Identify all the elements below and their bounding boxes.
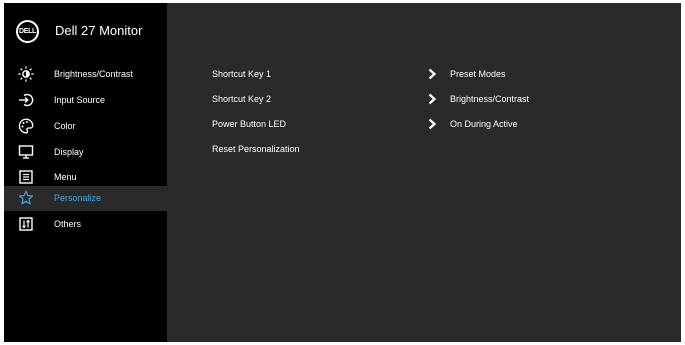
row-label: Power Button LED [212,119,287,129]
sidebar-item-label: Display [54,147,84,157]
sidebar-item-brightness-contrast[interactable]: Brightness/Contrast [4,62,167,87]
sidebar: DELL Dell 27 Monitor Brightness/Contrast [4,3,167,342]
sidebar-item-label: Color [54,121,76,131]
color-palette-icon [18,118,34,134]
menu-icon [19,170,33,184]
monitor-title: Dell 27 Monitor [55,23,143,38]
sidebar-item-personalize[interactable]: Personalize [4,186,167,211]
row-value: Preset Modes [450,69,506,79]
input-source-icon [19,93,34,107]
star-icon [18,190,34,205]
sidebar-item-color[interactable]: Color [4,114,167,139]
sidebar-item-input-source[interactable]: Input Source [4,88,167,113]
row-label: Shortcut Key 2 [212,94,272,104]
power-button-led-row[interactable]: Power Button LED On During Active [212,113,672,135]
brightness-icon [18,66,34,82]
chevron-right-icon [428,93,437,105]
sidebar-item-label: Brightness/Contrast [54,69,134,79]
sidebar-item-display[interactable]: Display [4,140,167,165]
row-label: Shortcut Key 1 [212,69,272,79]
osd-header: DELL Dell 27 Monitor [4,3,167,59]
chevron-right-icon [428,118,437,130]
sidebar-item-label: Input Source [54,95,106,105]
chevron-right-icon [428,68,437,80]
display-icon [18,145,34,159]
shortcut-key-2-row[interactable]: Shortcut Key 2 Brightness/Contrast [212,88,672,110]
sidebar-item-label: Others [54,219,82,229]
row-label: Reset Personalization [212,144,300,154]
sidebar-item-label: Personalize [54,193,102,203]
sidebar-item-others[interactable]: Others [4,212,167,237]
row-value: Brightness/Contrast [450,94,530,104]
dell-logo: DELL [16,20,39,43]
reset-personalization-row[interactable]: Reset Personalization [212,138,672,160]
others-icon [19,217,33,231]
monitor-osd: DELL Dell 27 Monitor Brightness/Contrast [4,3,681,342]
shortcut-key-1-row[interactable]: Shortcut Key 1 Preset Modes [212,63,672,85]
row-value: On During Active [450,119,518,129]
